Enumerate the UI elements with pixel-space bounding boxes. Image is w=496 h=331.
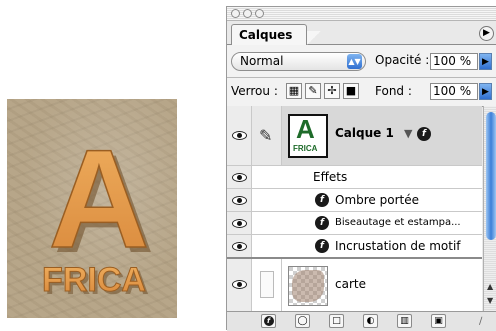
effect-fx-icon: f — [315, 193, 329, 207]
eye-visibility-icon[interactable] — [232, 196, 247, 205]
layer-effects-icon: f — [417, 127, 431, 141]
artwork-preview: A A FRICA FRICA — [7, 99, 177, 318]
layers-scrollbar[interactable]: ▲ ▼ — [483, 106, 496, 311]
scrollbar-thumb[interactable] — [486, 112, 496, 240]
lock-row: Verrou : ▦ ✎ ✢ ■ Fond : 100 % ▶ — [227, 78, 496, 107]
effect-row-pattern-overlay[interactable]: f Incrustation de motif — [227, 235, 482, 259]
lock-all-padlock-icon[interactable]: ■ — [343, 83, 359, 99]
eye-visibility-icon[interactable] — [232, 173, 247, 182]
close-icon[interactable] — [231, 9, 240, 18]
lock-label: Verrou : — [231, 84, 278, 98]
artwork-word: FRICA — [42, 261, 146, 299]
blend-row: Normal ▲▼ Opacité : 100 % ▶ — [227, 45, 496, 78]
trash-icon[interactable]: ▣ — [431, 314, 446, 328]
fill-slider-arrow-icon[interactable]: ▶ — [479, 83, 492, 100]
tab-row: Calques ▶ — [227, 21, 496, 45]
effect-label: Biseautage et estampa... — [335, 217, 461, 228]
lock-image-brush-icon[interactable]: ✎ — [305, 83, 321, 99]
lock-transparency-icon[interactable]: ▦ — [286, 83, 302, 99]
layer-name-carte[interactable]: carte — [335, 277, 366, 291]
add-mask-icon[interactable]: ◯ — [295, 314, 310, 328]
layers-palette: Calques ▶ Normal ▲▼ Opacité : 100 % ▶ Ve… — [226, 6, 496, 331]
paintbrush-icon: ✎ — [259, 126, 273, 145]
expand-triangle-icon[interactable]: ▼ — [404, 127, 412, 140]
layer-thumbnail-carte — [288, 266, 328, 306]
fill-field[interactable]: 100 % — [430, 83, 478, 100]
effect-fx-icon: f — [315, 216, 329, 230]
effect-label: Ombre portée — [335, 193, 419, 207]
opacity-label: Opacité : — [375, 53, 430, 67]
layer-name-calque-1[interactable]: Calque 1 — [335, 126, 394, 140]
eye-visibility-icon[interactable] — [232, 219, 247, 228]
effect-label: Incrustation de motif — [335, 239, 461, 253]
dropdown-arrows-icon[interactable]: ▲▼ — [347, 54, 362, 69]
effect-row-bevel-emboss[interactable]: f Biseautage et estampa... — [227, 212, 482, 235]
new-layer-icon[interactable]: ▥ — [397, 314, 412, 328]
artwork-graphic: A A FRICA FRICA — [42, 119, 155, 302]
scroll-up-arrow-icon[interactable]: ▲ — [487, 282, 493, 291]
eye-visibility-icon[interactable] — [232, 242, 247, 251]
layer-row-calque-1[interactable]: ✎ A FRICA Calque 1 ▼ f — [227, 106, 482, 166]
minimize-icon[interactable] — [243, 9, 252, 18]
opacity-slider-arrow-icon[interactable]: ▶ — [479, 53, 492, 70]
layers-list: ✎ A FRICA Calque 1 ▼ f Effets f Ombre po… — [227, 106, 482, 311]
scroll-down-arrow-icon[interactable]: ▼ — [487, 296, 493, 305]
resize-grip-icon[interactable]: ∕ — [479, 316, 482, 327]
zoom-icon[interactable] — [255, 9, 264, 18]
palette-titlebar[interactable] — [227, 7, 496, 21]
opacity-field[interactable]: 100 % — [430, 53, 478, 70]
eye-visibility-icon[interactable] — [232, 280, 247, 289]
fill-label: Fond : — [375, 84, 412, 98]
artwork-big-letter-face: A — [48, 120, 149, 277]
effects-header-row[interactable]: Effets — [227, 166, 482, 189]
layer-row-carte[interactable]: carte — [227, 259, 482, 311]
thumb-letter: A — [296, 114, 315, 144]
layer-thumbnail-calque-1: A FRICA — [288, 114, 328, 158]
palette-menu-icon[interactable]: ▶ — [479, 26, 494, 41]
blend-mode-select[interactable]: Normal ▲▼ — [231, 52, 366, 71]
effects-label: Effets — [313, 170, 348, 184]
effect-fx-icon: f — [315, 239, 329, 253]
tab-calques[interactable]: Calques — [231, 24, 307, 45]
new-adjustment-layer-icon[interactable]: ◐ — [363, 314, 378, 328]
palette-bottom-toolbar: f ◯ □ ◐ ▥ ▣ ∕ — [227, 311, 496, 331]
effect-row-drop-shadow[interactable]: f Ombre portée — [227, 189, 482, 212]
lock-position-move-icon[interactable]: ✢ — [324, 83, 340, 99]
add-layer-style-icon[interactable]: f — [261, 314, 276, 328]
new-layer-set-folder-icon[interactable]: □ — [329, 314, 344, 328]
eye-visibility-icon[interactable] — [232, 131, 247, 140]
thumb-word: FRICA — [293, 144, 318, 153]
blend-mode-value: Normal — [240, 54, 284, 68]
